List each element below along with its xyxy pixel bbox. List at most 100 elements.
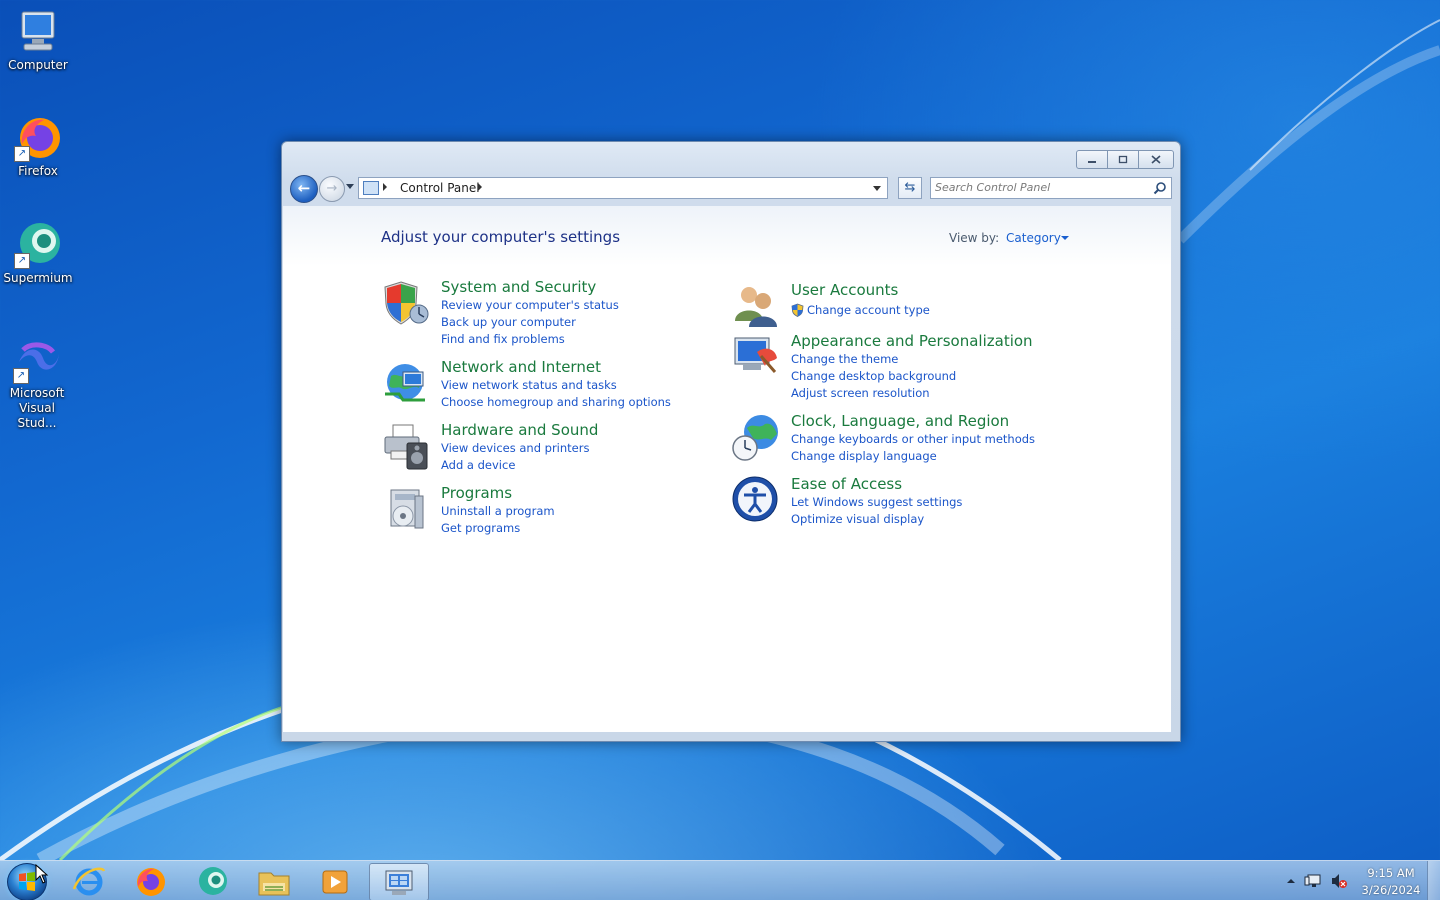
computer-icon [14, 8, 62, 56]
task-link[interactable]: Add a device [441, 458, 515, 472]
category-title-link[interactable]: Hardware and Sound [441, 421, 598, 439]
address-dropdown-icon[interactable] [873, 186, 881, 191]
task-link[interactable]: Find and fix problems [441, 332, 565, 346]
category-hardware-and-sound: Hardware and Sound View devices and prin… [381, 421, 681, 473]
category-title-link[interactable]: Clock, Language, and Region [791, 412, 1009, 430]
minimize-button[interactable] [1076, 150, 1108, 169]
caption-buttons [1076, 150, 1174, 169]
view-by-caret-icon[interactable] [1061, 236, 1069, 240]
taskbar-internet-explorer[interactable] [62, 863, 116, 899]
refresh-button[interactable]: ⇆ [898, 177, 922, 199]
forward-button[interactable]: → [319, 176, 345, 202]
taskbar-firefox[interactable] [123, 863, 177, 899]
shortcut-arrow-icon: ↗ [13, 368, 29, 384]
taskbar-supermium[interactable] [185, 863, 239, 899]
task-link[interactable]: Adjust screen resolution [791, 386, 930, 400]
internet-explorer-icon [72, 867, 106, 896]
recent-pages-dropdown[interactable] [346, 184, 354, 189]
network-tray-icon[interactable] [1304, 874, 1321, 887]
mouse-cursor-icon [35, 864, 49, 884]
programs-icon [390, 489, 424, 529]
desktop-icon-visual-studio[interactable]: ↗ Microsoft Visual Stud... [0, 336, 75, 431]
system-clock[interactable]: 9:15 AM 3/26/2024 [1356, 865, 1426, 899]
control-panel-small-icon [363, 181, 379, 195]
page-title: Adjust your computer's settings [381, 228, 621, 246]
back-arrow-icon: ← [297, 179, 311, 197]
task-link[interactable]: Change desktop background [791, 369, 956, 383]
minimize-icon [1088, 160, 1096, 163]
restore-icon [1118, 155, 1128, 164]
search-box[interactable] [930, 177, 1172, 199]
media-player-icon [322, 870, 348, 894]
supermium-icon: ↗ [14, 221, 62, 269]
task-link[interactable]: Optimize visual display [791, 512, 924, 526]
back-button[interactable]: ← [290, 175, 318, 203]
task-link[interactable]: View network status and tasks [441, 378, 617, 392]
desktop-icon-computer[interactable]: Computer [0, 8, 76, 73]
show-hidden-icons-icon[interactable] [1287, 879, 1295, 883]
task-link[interactable]: Change the theme [791, 352, 898, 366]
close-icon [1151, 155, 1161, 164]
task-link[interactable]: Review your computer's status [441, 298, 619, 312]
task-link[interactable]: Change account type [807, 303, 930, 317]
category-appearance-and-personalization: Appearance and Personalization Change th… [731, 332, 1061, 404]
forward-arrow-icon: → [326, 181, 338, 196]
file-explorer-icon [258, 872, 290, 896]
shortcut-arrow-icon: ↗ [14, 253, 30, 269]
category-title-link[interactable]: System and Security [441, 278, 596, 296]
network-globe-icon [385, 364, 425, 402]
task-link[interactable]: Back up your computer [441, 315, 576, 329]
desktop-icon-supermium[interactable]: ↗ Supermium [0, 221, 76, 286]
shortcut-arrow-icon: ↗ [14, 146, 30, 162]
task-link[interactable]: Get programs [441, 521, 520, 535]
category-title-link[interactable]: User Accounts [791, 281, 898, 299]
desktop-icon-firefox[interactable]: ↗ Firefox [0, 114, 76, 179]
user-accounts-icon [735, 287, 777, 327]
notification-area [1286, 873, 1350, 889]
address-bar[interactable]: Control Panel [358, 177, 888, 199]
printer-speaker-icon [384, 424, 428, 470]
category-network-and-internet: Network and Internet View network status… [381, 358, 701, 410]
taskbar-control-panel[interactable] [369, 863, 429, 900]
uac-shield-icon [791, 303, 804, 317]
task-link[interactable]: Choose homegroup and sharing options [441, 395, 671, 409]
breadcrumb-chevron-icon[interactable] [478, 183, 482, 191]
view-by-label: View by: [949, 231, 1000, 245]
task-link[interactable]: Let Windows suggest settings [791, 495, 962, 509]
task-link[interactable]: Change keyboards or other input methods [791, 432, 1035, 446]
category-programs: Programs Uninstall a program Get program… [381, 484, 681, 536]
content-area: Adjust your computer's settings View by:… [283, 206, 1171, 732]
search-input[interactable] [935, 179, 1145, 196]
desktop-icon-label: Firefox [18, 164, 58, 178]
task-link[interactable]: Uninstall a program [441, 504, 555, 518]
show-desktop-button[interactable] [1427, 861, 1440, 900]
desktop-icon-label: Computer [8, 58, 68, 72]
volume-muted-icon[interactable] [1332, 874, 1347, 888]
close-button[interactable] [1139, 150, 1174, 169]
category-user-accounts: User Accounts Change account type [731, 281, 1031, 327]
maximize-button[interactable] [1108, 150, 1139, 169]
breadcrumb-chevron-icon[interactable] [383, 183, 387, 191]
category-title-link[interactable]: Programs [441, 484, 512, 502]
ease-of-access-icon [732, 476, 778, 522]
category-title-link[interactable]: Appearance and Personalization [791, 332, 1033, 350]
breadcrumb-control-panel[interactable]: Control Panel [400, 181, 480, 195]
taskbar-media-player[interactable] [308, 863, 362, 899]
category-system-and-security: System and Security Review your computer… [381, 278, 681, 350]
category-title-link[interactable]: Ease of Access [791, 475, 902, 493]
task-link[interactable]: View devices and printers [441, 441, 589, 455]
firefox-icon: ↗ [14, 114, 62, 162]
task-link[interactable]: Change display language [791, 449, 937, 463]
view-by-dropdown[interactable]: Category [1006, 231, 1061, 245]
clock-date: 3/26/2024 [1361, 883, 1421, 897]
desktop-icon-label: Microsoft [9, 386, 65, 400]
security-shield-icon [384, 281, 429, 325]
desktop-icon-label: Supermium [3, 271, 73, 285]
appearance-icon [734, 337, 777, 373]
control-panel-icon [385, 870, 413, 895]
taskbar-file-explorer[interactable] [247, 863, 301, 899]
search-icon[interactable] [1153, 181, 1167, 195]
category-title-link[interactable]: Network and Internet [441, 358, 601, 376]
navigation-bar: ← → Control Panel ⇆ [290, 173, 1172, 203]
taskbar: 9:15 AM 3/26/2024 [0, 860, 1440, 900]
